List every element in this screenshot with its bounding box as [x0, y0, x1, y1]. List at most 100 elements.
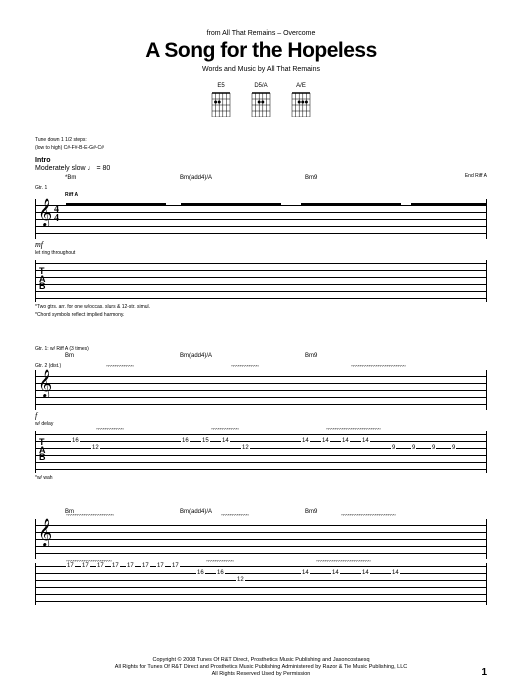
treble-clef: 𝄞: [38, 521, 52, 545]
tab-number: 14: [331, 570, 340, 576]
tab-number: 16: [216, 570, 225, 576]
tab-number: 16: [196, 570, 205, 576]
time-sig-bot: 4: [54, 214, 59, 223]
tab-number: 15: [201, 438, 210, 444]
tab-number: 12: [236, 577, 245, 583]
chord-symbol: Bm(add4)/A: [180, 353, 212, 359]
tempo-marking: Moderately slow ♩ = 80: [35, 165, 487, 172]
section-label: Intro: [35, 157, 487, 164]
tab-label: TAB: [39, 268, 46, 291]
tab-number: 14: [301, 438, 310, 444]
tab-number: 17: [111, 563, 120, 569]
riff-label: Riff A: [65, 192, 487, 198]
tab-number: 9: [451, 445, 456, 451]
time-signature: 4 4: [54, 205, 59, 223]
footnote: *Chord symbols reflect implied harmony.: [35, 312, 487, 318]
tab-number: 14: [361, 438, 370, 444]
chord-symbol: Bm9: [305, 509, 317, 515]
tab-number: 14: [361, 570, 370, 576]
chord-symbol: *Bm: [65, 175, 76, 181]
tab-number: 12: [241, 445, 250, 451]
dynamic-marking: mf: [35, 240, 487, 249]
tablature: TAB: [35, 260, 487, 302]
tab-number: 17: [96, 563, 105, 569]
guitar2-label: Gtr. 2 (dist.): [35, 363, 487, 369]
chord-symbol: Bm9: [305, 175, 317, 181]
tab-number: 9: [411, 445, 416, 451]
song-title: A Song for the Hopeless: [35, 39, 487, 63]
chord-symbol: Bm(add4)/A: [180, 509, 212, 515]
footnote: *Two gtrs. arr. for one w/occas. slurs &…: [35, 304, 487, 310]
chord-name: A/E: [290, 83, 312, 89]
tuning-line2: (low to high) C#-F#-B-E-G#-C#: [35, 145, 487, 151]
tab-label: TAB: [39, 439, 46, 462]
chord-symbol: Bm9: [305, 353, 317, 359]
tab-number: 17: [141, 563, 150, 569]
tuning-line1: Tune down 1 1/2 steps:: [35, 137, 487, 143]
tab-number: 9: [391, 445, 396, 451]
tab-number: 14: [341, 438, 350, 444]
tab-number: 17: [126, 563, 135, 569]
music-system: Gtr. 1: w/ Riff A (3 times) Bm Bm(add4)/…: [35, 346, 487, 481]
tremolo-marking: ~~~~~~~~~~~~~~~~~~~~~: [66, 513, 113, 519]
tremolo-marking: ~~~~~~~~~~~~~~~~~~~~~~~~: [351, 364, 405, 370]
chord-name: D5/A: [250, 83, 272, 89]
copyright-line: Copyright © 2008 Tunes Of R&T Direct, Pr…: [35, 657, 487, 664]
chord-grid: [210, 91, 232, 117]
byline: Words and Music by All That Remains: [35, 66, 487, 73]
tab-number: 9: [431, 445, 436, 451]
copyright-line: All Rights for Tunes Of R&T Direct and P…: [35, 664, 487, 671]
tab-number: 17: [81, 563, 90, 569]
chord-symbol: Bm(add4)/A: [180, 175, 212, 181]
tremolo-marking: ~~~~~~~~~~~~: [106, 364, 133, 370]
treble-clef: 𝄞: [38, 201, 52, 225]
tablature: ~~~~~~~~~~~~~~~~~~~~ ~~~~~~~~~~~~ ~~~~~~…: [35, 563, 487, 605]
music-system: *Bm Bm(add4)/A Bm9 End Riff A Gtr. 1 Rif…: [35, 175, 487, 318]
chord-diagram: D5/A: [250, 83, 272, 117]
tab-number: 16: [181, 438, 190, 444]
tremolo-marking: ~~~~~~~~~~~~: [206, 559, 233, 565]
tab-number: 12: [91, 445, 100, 451]
chord-diagram: A/E: [290, 83, 312, 117]
header: from All That Remains – Overcome A Song …: [35, 30, 487, 73]
tablature: TAB ~~~~~~~~~~~~ ~~~~~~~~~~~~ ~~~~~~~~~~…: [35, 431, 487, 473]
tab-number: 14: [221, 438, 230, 444]
guitar-label: Gtr. 1: w/ Riff A (3 times): [35, 346, 487, 352]
tremolo-marking: ~~~~~~~~~~~~~~~~~~~~~~~~: [341, 513, 395, 519]
notation-staff: 𝄞 ~~~~~~~~~~~~ ~~~~~~~~~~~~ ~~~~~~~~~~~~…: [35, 370, 487, 410]
chord-diagrams: E5 D5/A A/E: [35, 83, 487, 117]
tab-number: 17: [66, 563, 75, 569]
chord-name: E5: [210, 83, 232, 89]
music-system: Bm Bm(add4)/A Bm9 𝄞 ~~~~~~~~~~~~~~~~~~~~…: [35, 509, 487, 605]
notes-area: [66, 199, 482, 239]
chord-diagram: E5: [210, 83, 232, 117]
treble-clef: 𝄞: [38, 372, 52, 396]
chord-row: *Bm Bm(add4)/A Bm9 End Riff A: [35, 175, 487, 185]
chord-symbol: Bm: [65, 353, 74, 359]
guitar-label: Gtr. 1: [35, 185, 487, 191]
performance-instruction: let ring throughout: [35, 250, 487, 256]
notes-area: ~~~~~~~~~~~~ ~~~~~~~~~~~~ ~~~~~~~~~~~~~~…: [66, 370, 482, 410]
page-number: 1: [481, 667, 487, 678]
chord-grid: [290, 91, 312, 117]
end-riff-label: End Riff A: [465, 173, 487, 179]
chord-row: Bm Bm(add4)/A Bm9: [35, 353, 487, 363]
dynamic-marking: f: [35, 411, 487, 420]
notes-area: ~~~~~~~~~~~~~~~~~~~~~ ~~~~~~~~~~~~ ~~~~~…: [66, 519, 482, 559]
tremolo-marking: ~~~~~~~~~~~~: [211, 427, 238, 433]
footnote: *w/ wah: [35, 475, 487, 481]
notation-staff: 𝄞 ~~~~~~~~~~~~~~~~~~~~~ ~~~~~~~~~~~~ ~~~…: [35, 519, 487, 559]
copyright-line: All Rights Reserved Used by Permission: [35, 671, 487, 678]
tab-number: 17: [171, 563, 180, 569]
tab-number: 14: [301, 570, 310, 576]
chord-grid: [250, 91, 272, 117]
from-line: from All That Remains – Overcome: [35, 30, 487, 37]
copyright-footer: Copyright © 2008 Tunes Of R&T Direct, Pr…: [35, 657, 487, 678]
tremolo-marking: ~~~~~~~~~~~~~~~~~~~~~~~~: [326, 427, 380, 433]
notation-staff: 𝄞 4 4: [35, 199, 487, 239]
tab-number: 14: [391, 570, 400, 576]
tremolo-marking: ~~~~~~~~~~~~: [231, 364, 258, 370]
tab-number: 16: [71, 438, 80, 444]
tab-number: 17: [156, 563, 165, 569]
tremolo-marking: ~~~~~~~~~~~~: [96, 427, 123, 433]
